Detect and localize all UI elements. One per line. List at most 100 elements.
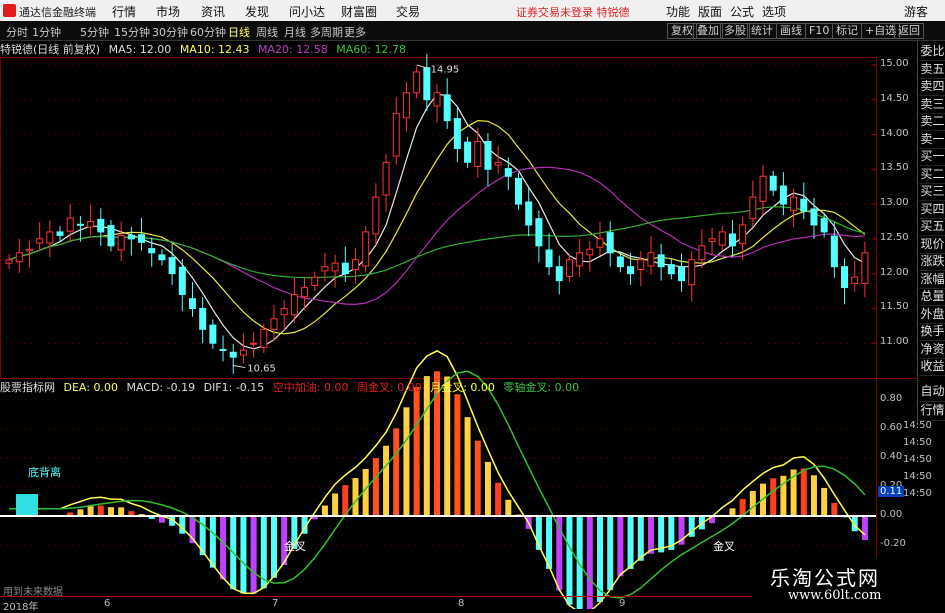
rp-item[interactable]: 买五: [919, 218, 945, 236]
rp-item[interactable]: 买四: [919, 201, 945, 219]
macd-bar: [637, 516, 644, 561]
candle-body: [250, 342, 258, 345]
rp-item[interactable]: 收益: [919, 358, 945, 376]
candle-body: [433, 92, 441, 107]
candle-body: [474, 140, 482, 168]
rp-item[interactable]: 卖一: [919, 131, 945, 149]
rp-item[interactable]: 总量: [919, 288, 945, 306]
rp-hangqing[interactable]: 行情: [919, 401, 945, 421]
rp-item[interactable]: 净资: [919, 341, 945, 359]
watermark-url: www.60lt.com: [788, 588, 882, 603]
rp-item[interactable]: 买三: [919, 183, 945, 201]
candle-body: [301, 287, 309, 298]
macd-bar: [352, 478, 359, 516]
candle-body: [372, 196, 380, 235]
macd-bar: [821, 487, 828, 516]
candle-body: [484, 140, 492, 170]
price-tick: 11.50: [880, 301, 909, 313]
rp-item[interactable]: 买一: [919, 148, 945, 166]
macd-bar: [332, 493, 339, 516]
candle-body: [830, 235, 838, 268]
candle-body: [188, 298, 196, 309]
rp-item[interactable]: 外盘: [919, 306, 945, 324]
macd-bars: [6, 371, 868, 609]
sub-tick: 0.40: [880, 451, 903, 462]
sub-header: 股票指标网 DEA: 0.00 MACD: -0.19 DIF1: -0.15 …: [0, 379, 584, 395]
candle-body: [637, 259, 645, 270]
rp-item[interactable]: 现价: [919, 236, 945, 254]
macd-bar: [810, 475, 817, 516]
candle-body: [861, 252, 869, 284]
chart-canvas[interactable]: 14.95 10.65: [0, 0, 917, 609]
macd-bar: [393, 428, 400, 516]
price-tick: 14.00: [880, 127, 909, 139]
price-tick: 12.00: [880, 266, 909, 278]
candle-body: [779, 185, 787, 205]
low-label: 10.65: [247, 364, 276, 375]
macd-value: MACD: -0.19: [126, 381, 196, 394]
rp-item[interactable]: 涨幅: [919, 271, 945, 289]
rp-item[interactable]: 换手: [919, 323, 945, 341]
candle-body: [87, 220, 95, 228]
indicator-name[interactable]: 股票指标网: [0, 381, 55, 394]
macd-bar: [444, 376, 451, 516]
macd-bar: [240, 516, 247, 594]
macd-bar: [321, 505, 328, 516]
rp-item[interactable]: 涨跌: [919, 253, 945, 271]
macd-bar: [658, 516, 665, 553]
candle-body: [351, 259, 359, 270]
candle-body: [565, 259, 573, 277]
macd-bar: [372, 458, 379, 516]
macd-bar: [770, 478, 777, 516]
candle-body: [413, 71, 421, 94]
macd-bar: [413, 387, 420, 516]
candle-body: [341, 262, 349, 275]
rp-zidong[interactable]: 自动: [919, 382, 945, 402]
watermark: 乐淘公式网 www.60lt.com: [752, 558, 945, 609]
candle-body: [25, 248, 33, 252]
rp-item[interactable]: 卖五: [919, 61, 945, 79]
macd-bar: [495, 482, 502, 516]
rp-item[interactable]: 买二: [919, 166, 945, 184]
divergence-label: 底背离: [28, 466, 61, 479]
candle-body: [127, 234, 135, 240]
date-label: 6: [104, 598, 111, 609]
macd-bar: [118, 507, 125, 516]
candle-body: [739, 224, 747, 245]
macd-bar: [250, 516, 257, 594]
candle-body: [280, 307, 288, 316]
candle-body: [545, 249, 553, 268]
candle-body: [667, 264, 675, 275]
sub-tick: -0.20: [880, 538, 906, 549]
rp-item[interactable]: 卖四: [919, 78, 945, 96]
candle-body: [851, 276, 859, 284]
macd-bar: [484, 461, 491, 516]
rp-item[interactable]: 卖二: [919, 113, 945, 131]
candle-body: [616, 256, 624, 268]
stock-name[interactable]: 特锐德(日线 前复权): [0, 43, 100, 56]
macd-bar: [87, 506, 94, 516]
candle-body: [209, 324, 217, 344]
candle-body: [596, 238, 604, 248]
low-pointer: [233, 364, 246, 369]
candle-body: [219, 348, 227, 351]
sub-tick: 0.60: [880, 422, 903, 433]
macd-bar: [220, 516, 227, 580]
candle-body: [800, 198, 808, 212]
macd-bar: [749, 490, 756, 516]
sub-tick: 0.80: [880, 393, 903, 404]
rp-item[interactable]: 卖三: [919, 96, 945, 114]
macd-bar: [403, 407, 410, 516]
watermark-title: 乐淘公式网: [770, 566, 880, 590]
candle-body: [464, 141, 472, 163]
ma10-value: MA10: 12.43: [179, 43, 250, 56]
candle-body: [515, 177, 523, 205]
candles: [5, 53, 869, 374]
candle-body: [749, 196, 757, 220]
golden-cross-label-2: 金叉: [713, 540, 735, 553]
candle-body: [97, 218, 105, 233]
candle-body: [56, 231, 64, 236]
candle-body: [5, 259, 13, 264]
rp-item[interactable]: 委比: [919, 43, 945, 61]
candle-body: [66, 217, 74, 232]
